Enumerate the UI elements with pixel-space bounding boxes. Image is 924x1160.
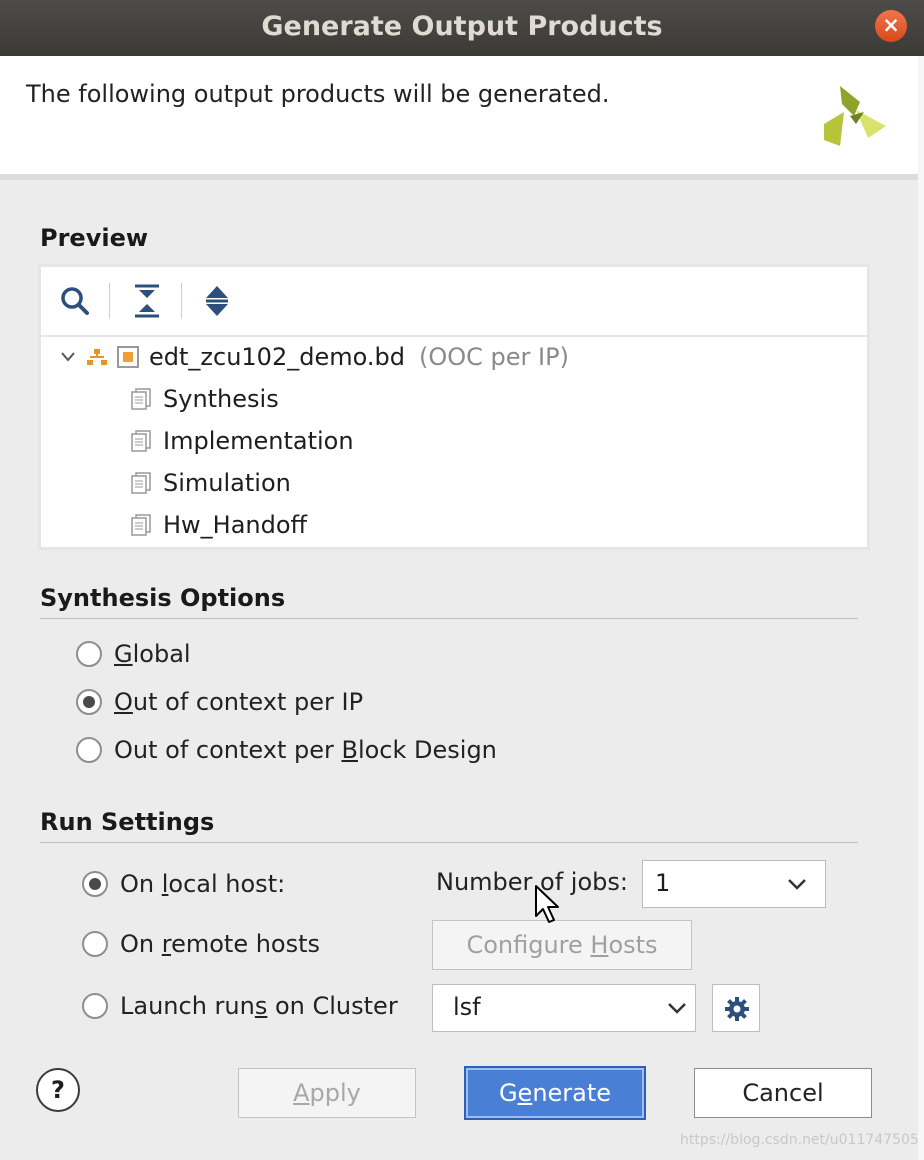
apply-button[interactable]: Apply [238, 1068, 416, 1118]
section-divider [40, 618, 858, 619]
dialog-header: The following output products will be ge… [0, 56, 918, 174]
collapse-all-icon [135, 284, 159, 318]
local-host-radio[interactable] [82, 871, 108, 897]
global-radio[interactable] [76, 641, 102, 667]
local-host-label[interactable]: On local host: [120, 870, 285, 898]
help-button[interactable]: ? [36, 1068, 80, 1112]
search-icon [61, 287, 89, 315]
cluster-value: lsf [453, 993, 481, 1021]
tree-item-simulation[interactable]: Simulation [41, 463, 867, 503]
close-button[interactable]: × [875, 10, 907, 42]
remote-hosts-radio[interactable] [82, 931, 108, 957]
ooc-per-ip-radio[interactable] [76, 689, 102, 715]
search-button[interactable] [57, 281, 93, 321]
header-divider [0, 174, 918, 180]
tree-root-note: (OOC per IP) [419, 343, 569, 371]
cluster-radio[interactable] [82, 993, 108, 1019]
mouse-cursor-icon [535, 885, 559, 923]
synthesis-options-title: Synthesis Options [40, 584, 286, 612]
section-divider [40, 842, 858, 843]
global-label[interactable]: Global [114, 640, 191, 668]
tree-item-label: Simulation [163, 469, 291, 497]
document-icon [131, 472, 151, 494]
help-icon: ? [51, 1076, 65, 1104]
document-icon [131, 388, 151, 410]
preview-title: Preview [40, 224, 149, 252]
document-icon [131, 514, 151, 536]
watermark: https://blog.csdn.net/u011747505 [680, 1132, 919, 1148]
tree-item-label: Hw_Handoff [163, 511, 308, 539]
vivado-logo-icon [824, 86, 886, 146]
expand-all-button[interactable] [199, 281, 235, 321]
block-design-icon [87, 349, 107, 365]
ooc-per-block-design-radio[interactable] [76, 737, 102, 763]
jobs-value: 1 [655, 869, 671, 897]
header-text: The following output products will be ge… [26, 80, 610, 108]
tree-item-label: Synthesis [163, 385, 279, 413]
window-title: Generate Output Products [261, 11, 663, 42]
tree-item-hw-handoff[interactable]: Hw_Handoff [41, 505, 867, 545]
ooc-per-ip-label[interactable]: Out of context per IP [114, 688, 363, 716]
preview-toolbar [41, 267, 867, 337]
chevron-down-icon [668, 1003, 686, 1014]
chevron-down-icon [788, 879, 806, 890]
jobs-select[interactable]: 1 [642, 860, 826, 908]
chevron-down-icon[interactable] [59, 349, 77, 365]
run-settings-title: Run Settings [40, 808, 215, 836]
generate-button[interactable]: Generate [464, 1066, 646, 1120]
document-icon [131, 430, 151, 452]
jobs-label: Number of jobs: [436, 868, 628, 896]
toolbar-separator [181, 283, 182, 319]
tree-item-label: Implementation [163, 427, 354, 455]
close-icon: × [882, 13, 900, 37]
tree-item-implementation[interactable]: Implementation [41, 421, 867, 461]
cluster-select[interactable]: lsf [432, 984, 696, 1032]
ooc-per-block-design-label[interactable]: Out of context per Block Design [114, 736, 497, 764]
toolbar-separator [109, 283, 110, 319]
tree-root-label: edt_zcu102_demo.bd [149, 343, 405, 371]
remote-hosts-label[interactable]: On remote hosts [120, 930, 320, 958]
configure-hosts-button[interactable]: Configure Hosts [432, 920, 692, 970]
background-window-edge [918, 56, 924, 1160]
tree-item-synthesis[interactable]: Synthesis [41, 379, 867, 419]
preview-panel: edt_zcu102_demo.bd (OOC per IP) Synthesi… [38, 264, 870, 550]
bd-file-icon [117, 346, 139, 368]
cancel-button[interactable]: Cancel [694, 1068, 872, 1118]
expand-all-icon [206, 286, 228, 316]
cluster-label[interactable]: Launch runs on Cluster [120, 992, 398, 1020]
gear-icon [725, 997, 749, 1021]
tree-root-row[interactable]: edt_zcu102_demo.bd (OOC per IP) [41, 337, 867, 377]
collapse-all-button[interactable] [129, 281, 165, 321]
cluster-settings-button[interactable] [712, 984, 760, 1032]
